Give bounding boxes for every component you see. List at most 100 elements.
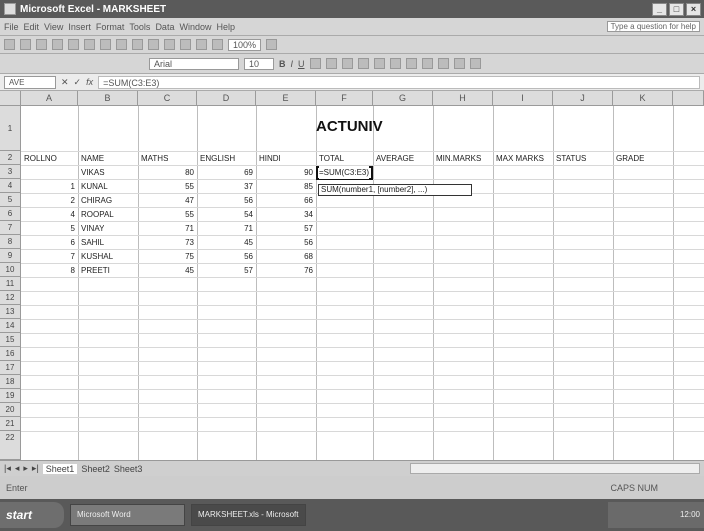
cell-maths[interactable]: 45 — [138, 264, 194, 277]
column-header-c[interactable]: C — [138, 91, 197, 106]
row-header-20[interactable]: 20 — [0, 403, 21, 417]
minimize-button[interactable]: _ — [652, 2, 667, 16]
row-header-21[interactable]: 21 — [0, 417, 21, 431]
row-header-5[interactable]: 5 — [0, 193, 21, 207]
name-box[interactable]: AVE — [4, 75, 56, 89]
taskbar-button-word[interactable]: Microsoft Word — [70, 504, 185, 526]
menu-view[interactable]: View — [44, 22, 63, 32]
percent-icon[interactable] — [389, 58, 401, 69]
menu-window[interactable]: Window — [179, 22, 211, 32]
cell-hindi[interactable]: 34 — [256, 208, 313, 221]
align-left-icon[interactable] — [309, 58, 321, 69]
tab-nav-first-icon[interactable]: |◂ — [4, 463, 11, 474]
start-button[interactable]: start — [0, 502, 64, 528]
undo-icon[interactable] — [148, 39, 159, 50]
cell-name[interactable]: VIKAS — [81, 166, 105, 179]
column-header-j[interactable]: J — [553, 91, 613, 106]
tab-nav-next-icon[interactable]: ▸ — [23, 463, 28, 474]
decimal-icon[interactable] — [405, 58, 417, 69]
menu-edit[interactable]: Edit — [24, 22, 40, 32]
cell-english[interactable]: 45 — [197, 236, 253, 249]
taskbar-button-excel[interactable]: MARKSHEET.xls - Microsoft Excel — [191, 504, 306, 526]
italic-button[interactable]: I — [291, 59, 294, 69]
cell-hindi[interactable]: 66 — [256, 194, 313, 207]
cell-hindi[interactable]: 90 — [256, 166, 313, 179]
cell-name[interactable]: KUNAL — [81, 180, 108, 193]
column-header-f[interactable]: F — [316, 91, 373, 106]
column-header-g[interactable]: G — [373, 91, 433, 106]
cell-rollno[interactable]: 2 — [21, 194, 75, 207]
row-header-9[interactable]: 9 — [0, 249, 21, 263]
header-hindi[interactable]: HINDI — [259, 152, 281, 165]
header-maths[interactable]: MATHS — [141, 152, 168, 165]
column-header-e[interactable]: E — [256, 91, 316, 106]
cell-rollno[interactable]: 1 — [21, 180, 75, 193]
formula-input[interactable]: =SUM(C3:E3) — [98, 75, 700, 89]
worksheet-grid[interactable]: A B C D E F G H I J K 1 2 3 4 5 6 7 8 9 … — [0, 91, 704, 460]
underline-button[interactable]: U — [298, 59, 305, 69]
column-header-d[interactable]: D — [197, 91, 256, 106]
cell-hindi[interactable]: 68 — [256, 250, 313, 263]
cell-maths[interactable]: 55 — [138, 208, 194, 221]
ask-question-input[interactable]: Type a question for help — [606, 21, 700, 32]
preview-icon[interactable] — [68, 39, 79, 50]
fill-color-icon[interactable] — [453, 58, 465, 69]
cell-english[interactable]: 71 — [197, 222, 253, 235]
menu-insert[interactable]: Insert — [68, 22, 91, 32]
row-header-12[interactable]: 12 — [0, 291, 21, 305]
font-size-select[interactable]: 10 — [244, 57, 274, 70]
indent-icon[interactable] — [421, 58, 433, 69]
cell-maths[interactable]: 73 — [138, 236, 194, 249]
close-button[interactable]: × — [686, 2, 701, 16]
cut-icon[interactable] — [100, 39, 111, 50]
horizontal-scrollbar[interactable] — [410, 463, 700, 474]
row-header-6[interactable]: 6 — [0, 207, 21, 221]
font-color-icon[interactable] — [469, 58, 481, 69]
row-header-7[interactable]: 7 — [0, 221, 21, 235]
menu-data[interactable]: Data — [155, 22, 174, 32]
new-icon[interactable] — [4, 39, 15, 50]
zoom-select[interactable]: 100% — [228, 38, 262, 51]
align-right-icon[interactable] — [341, 58, 353, 69]
cell-name[interactable]: SAHIL — [81, 236, 104, 249]
copy-icon[interactable] — [116, 39, 127, 50]
menu-tools[interactable]: Tools — [129, 22, 150, 32]
row-header-8[interactable]: 8 — [0, 235, 21, 249]
column-header-b[interactable]: B — [78, 91, 138, 106]
row-header-13[interactable]: 13 — [0, 305, 21, 319]
cell-hindi[interactable]: 76 — [256, 264, 313, 277]
tab-sheet1[interactable]: Sheet1 — [42, 463, 78, 474]
cell-maths[interactable]: 75 — [138, 250, 194, 263]
cell-name[interactable]: KUSHAL — [81, 250, 113, 263]
enter-icon[interactable]: ✓ — [74, 77, 82, 88]
row-header-22[interactable]: 22 — [0, 431, 21, 460]
row-header-1[interactable]: 1 — [0, 106, 21, 151]
row-header-17[interactable]: 17 — [0, 361, 21, 375]
chart-icon[interactable] — [212, 39, 223, 50]
cell-hindi[interactable]: 57 — [256, 222, 313, 235]
tab-sheet3[interactable]: Sheet3 — [114, 464, 143, 474]
header-max-marks[interactable]: MAX MARKS — [496, 152, 544, 165]
header-rollno[interactable]: ROLLNO — [24, 152, 57, 165]
cell-english[interactable]: 57 — [197, 264, 253, 277]
cell-rollno[interactable] — [21, 166, 75, 179]
row-header-16[interactable]: 16 — [0, 347, 21, 361]
currency-icon[interactable] — [373, 58, 385, 69]
header-total[interactable]: TOTAL — [319, 152, 344, 165]
column-header-a[interactable]: A — [21, 91, 78, 106]
header-english[interactable]: ENGLISH — [200, 152, 235, 165]
cell-name[interactable]: ROOPAL — [81, 208, 114, 221]
row-header-19[interactable]: 19 — [0, 389, 21, 403]
function-icon[interactable]: fx — [86, 77, 93, 87]
cell-name[interactable]: VINAY — [81, 222, 104, 235]
cell-rollno[interactable]: 5 — [21, 222, 75, 235]
help-icon[interactable] — [266, 39, 278, 50]
align-center-icon[interactable] — [325, 58, 337, 69]
borders-icon[interactable] — [437, 58, 449, 69]
cell-rollno[interactable]: 7 — [21, 250, 75, 263]
cell-hindi[interactable]: 56 — [256, 236, 313, 249]
column-header-h[interactable]: H — [433, 91, 493, 106]
font-select[interactable]: Arial — [149, 57, 239, 70]
header-status[interactable]: STATUS — [556, 152, 586, 165]
merge-center-icon[interactable] — [357, 58, 369, 69]
